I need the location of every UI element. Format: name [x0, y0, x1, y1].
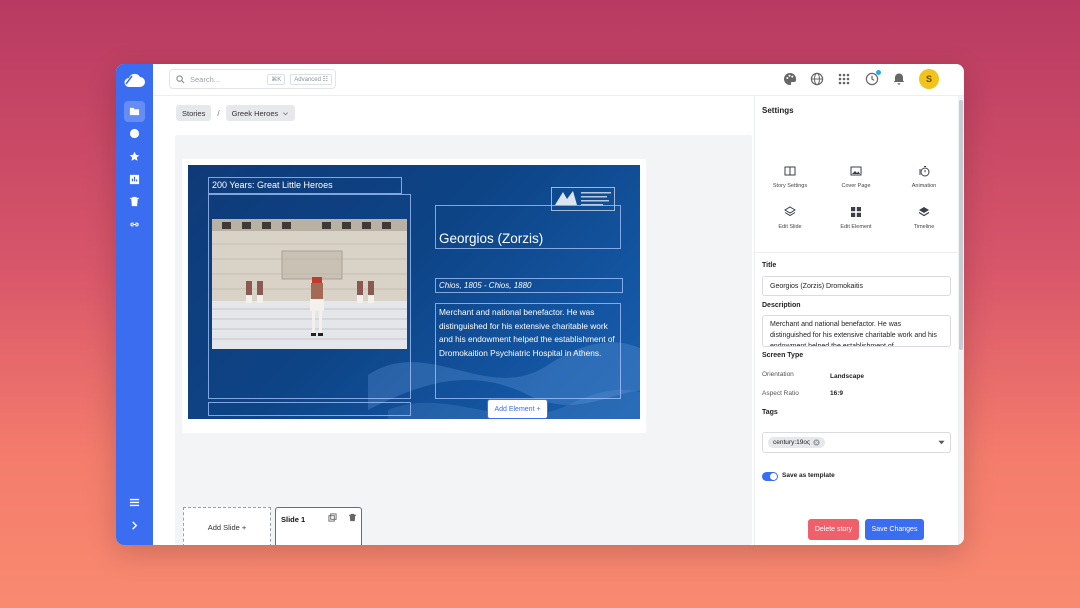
chart-icon — [129, 174, 140, 185]
description-textarea[interactable]: Merchant and national benefactor. He was… — [762, 315, 951, 347]
link-icon — [130, 222, 139, 227]
breadcrumb: Stories / Greek Heroes — [176, 105, 296, 121]
panel-divider — [754, 96, 755, 545]
breadcrumb-current[interactable]: Greek Heroes — [225, 105, 296, 121]
sidebar-item-menu[interactable] — [124, 492, 145, 513]
slide-person-name[interactable]: Georgios (Zorzis) — [435, 205, 621, 249]
breadcrumb-stories[interactable]: Stories — [176, 105, 212, 121]
settings-divider — [754, 252, 959, 253]
slide-thumbnail-1[interactable]: Slide 1 — [275, 507, 362, 545]
delete-story-button[interactable]: Delete story — [808, 519, 859, 540]
orientation-value[interactable]: Landscape — [830, 373, 864, 380]
tile-label: Edit Element — [840, 224, 872, 230]
breadcrumb-current-label: Greek Heroes — [231, 108, 279, 118]
tag-chip[interactable]: century:19oς — [768, 437, 826, 448]
advanced-search-button[interactable]: Advanced ☷ — [290, 73, 332, 85]
cloud-logo-icon[interactable] — [123, 72, 145, 88]
aspect-ratio-value[interactable]: 16:9 — [830, 390, 843, 397]
tag-text: century:19oς — [773, 439, 811, 446]
search-shortcut: ⌘K — [267, 73, 286, 85]
editor-canvas: 200 Years: Great Little Heroes Georgios … — [175, 135, 752, 545]
footer-text-box[interactable] — [208, 402, 411, 416]
tags-select[interactable]: century:19oς — [762, 432, 951, 453]
stack-icon — [918, 207, 930, 217]
search-box[interactable]: Search... ⌘K Advanced ☷ — [169, 69, 336, 89]
duplicate-icon[interactable] — [328, 513, 337, 522]
slide-photo[interactable] — [212, 219, 407, 349]
search-input[interactable]: Search... — [190, 75, 262, 84]
history-clock-icon[interactable] — [865, 70, 881, 86]
notification-dot — [876, 70, 881, 75]
slide-preview[interactable]: 200 Years: Great Little Heroes Georgios … — [188, 165, 640, 419]
clock-icon — [129, 128, 140, 139]
sidebar-item-folders[interactable] — [124, 101, 145, 122]
slide-header-text[interactable]: 200 Years: Great Little Heroes — [208, 177, 402, 194]
add-element-button[interactable]: Add Element + — [487, 399, 548, 419]
aspect-ratio-label: Aspect Ratio — [762, 390, 799, 397]
slide-bio[interactable]: Merchant and national benefactor. He was… — [435, 303, 621, 399]
timer-icon — [919, 166, 930, 177]
tile-timeline[interactable]: Timeline — [891, 206, 957, 230]
palette-icon[interactable] — [783, 72, 797, 86]
star-icon — [129, 151, 140, 161]
remove-tag-icon[interactable] — [813, 439, 820, 446]
save-template-label: Save as template — [782, 472, 835, 479]
sidebar-item-reports[interactable] — [124, 169, 145, 190]
slide-dates[interactable]: Chios, 1805 - Chios, 1880 — [435, 278, 623, 293]
trash-icon — [129, 196, 140, 207]
globe-icon[interactable] — [810, 72, 824, 86]
tags-label: Tags — [762, 409, 778, 416]
sidebar-item-recent[interactable] — [124, 123, 145, 144]
add-slide-button[interactable]: Add Slide + — [183, 507, 271, 545]
sidebar-item-favorites[interactable] — [124, 146, 145, 167]
description-label: Description — [762, 302, 801, 309]
tile-label: Cover Page — [841, 183, 871, 189]
save-changes-button[interactable]: Save Changes — [865, 519, 924, 540]
user-avatar[interactable]: S — [919, 69, 939, 89]
title-input[interactable]: Georgios (Zorzis) Dromokaitis — [762, 276, 951, 296]
chevron-right-icon — [132, 521, 138, 530]
tile-animation[interactable]: Animation — [891, 165, 957, 189]
slide-thumb-label: Slide 1 — [281, 515, 306, 524]
tile-edit-slide[interactable]: Edit Slide — [757, 206, 823, 230]
breadcrumb-separator: / — [217, 108, 220, 118]
sidebar-item-links[interactable] — [124, 214, 145, 235]
tile-edit-element[interactable]: Edit Element — [823, 206, 889, 230]
widgets-icon — [851, 207, 861, 217]
search-icon — [176, 74, 185, 83]
screen-type-label: Screen Type — [762, 352, 804, 359]
chevron-down-icon — [283, 111, 289, 115]
settings-title: Settings — [762, 106, 794, 115]
save-template-toggle[interactable] — [762, 472, 778, 481]
top-bar: Search... ⌘K Advanced ☷ S — [153, 64, 964, 96]
tile-cover-page[interactable]: Cover Page — [823, 165, 889, 189]
orientation-label: Orientation — [762, 371, 794, 378]
list-icon — [129, 498, 140, 507]
layers-icon — [784, 206, 796, 217]
tile-label: Animation — [911, 183, 937, 189]
sidebar-item-trash[interactable] — [124, 191, 145, 212]
title-label: Title — [762, 262, 777, 269]
folder-icon — [129, 107, 140, 116]
image-icon — [850, 166, 862, 176]
panel-scroll-thumb[interactable] — [959, 100, 963, 350]
bell-icon[interactable] — [892, 72, 906, 86]
tile-story-settings[interactable]: Story Settings — [757, 165, 823, 189]
tile-label: Timeline — [913, 224, 935, 230]
book-open-icon — [784, 166, 796, 176]
tile-label: Edit Slide — [778, 224, 802, 230]
delete-slide-icon[interactable] — [348, 513, 357, 522]
panel-scrollbar[interactable] — [958, 96, 964, 545]
tile-label: Story Settings — [772, 183, 808, 189]
dropdown-arrow-icon[interactable] — [938, 440, 945, 445]
app-window: Search... ⌘K Advanced ☷ S Stories / Gree… — [116, 64, 964, 545]
apps-grid-icon[interactable] — [837, 72, 851, 86]
slide-frame: 200 Years: Great Little Heroes Georgios … — [182, 159, 646, 433]
sidebar-expand-button[interactable] — [124, 515, 145, 536]
sidebar — [116, 64, 153, 545]
